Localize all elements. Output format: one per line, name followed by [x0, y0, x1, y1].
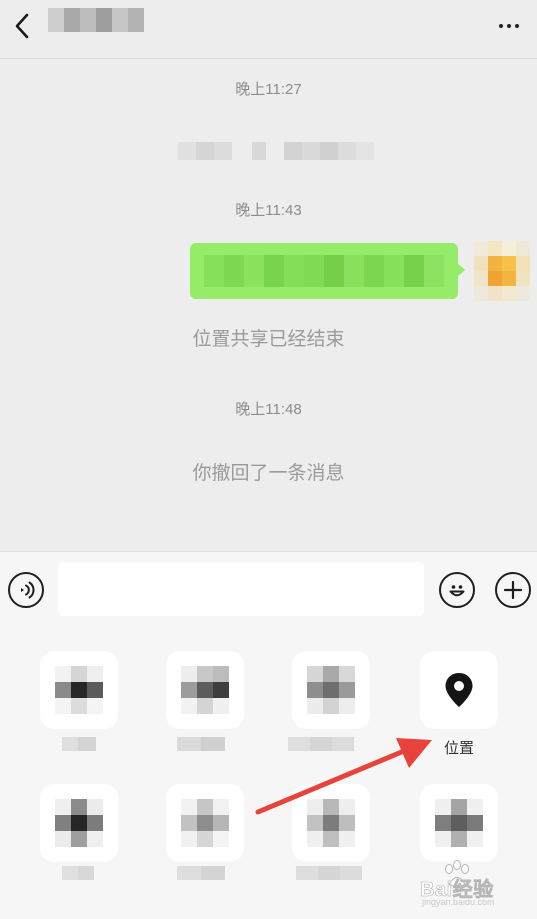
timestamp: 晚上11:48 — [235, 401, 302, 418]
chevron-left-icon — [15, 13, 29, 39]
panel-label-blurred — [177, 737, 225, 751]
emoji-icon — [449, 585, 465, 597]
bubble-tail — [456, 262, 465, 278]
contact-name-blurred — [48, 8, 144, 32]
blurred-icon — [307, 799, 355, 847]
blurred-message-text — [204, 255, 458, 287]
location-label: 位置 — [443, 740, 474, 757]
blurred-icon — [181, 799, 229, 847]
back-button[interactable] — [4, 8, 40, 44]
panel-item-blurred[interactable] — [40, 651, 118, 729]
panel-label-blurred — [177, 866, 225, 880]
panel-item-blurred[interactable] — [40, 784, 118, 862]
timestamp: 晚上11:43 — [235, 202, 302, 219]
blurred-icon — [435, 799, 483, 847]
panel-item-blurred[interactable] — [420, 784, 498, 862]
blurred-icon — [181, 666, 229, 714]
voice-button[interactable] — [8, 572, 44, 608]
voice-icon — [21, 581, 35, 599]
location-button[interactable] — [420, 651, 498, 729]
panel-label-blurred — [288, 737, 354, 751]
location-pin-icon — [445, 673, 473, 707]
avatar[interactable] — [474, 241, 530, 301]
more-options-button[interactable] — [489, 8, 529, 44]
panel-label-blurred — [296, 866, 362, 880]
baidu-watermark: Bai经验 jingyan.baidu.com — [418, 860, 530, 912]
panel-item-blurred[interactable] — [292, 651, 370, 729]
more-dots-icon — [499, 24, 519, 28]
system-message-recalled: 你撤回了一条消息 — [192, 463, 345, 484]
system-message-location-ended: 位置共享已经结束 — [192, 329, 345, 350]
emoji-button[interactable] — [439, 572, 475, 608]
panel-item-blurred[interactable] — [166, 651, 244, 729]
watermark-subtext: jingyan.baidu.com — [422, 897, 495, 907]
blurred-icon — [307, 666, 355, 714]
timestamp: 晚上11:27 — [235, 81, 302, 98]
panel-label-blurred — [62, 866, 94, 880]
plus-button[interactable] — [495, 572, 531, 608]
blurred-system-message — [178, 142, 374, 160]
panel-item-blurred[interactable] — [166, 784, 244, 862]
sent-message-bubble[interactable] — [190, 243, 458, 299]
message-input[interactable] — [58, 562, 424, 616]
panel-label-blurred — [62, 737, 96, 751]
plus-icon — [503, 580, 523, 600]
blurred-icon — [55, 799, 103, 847]
blurred-icon — [55, 666, 103, 714]
panel-item-blurred[interactable] — [292, 784, 370, 862]
